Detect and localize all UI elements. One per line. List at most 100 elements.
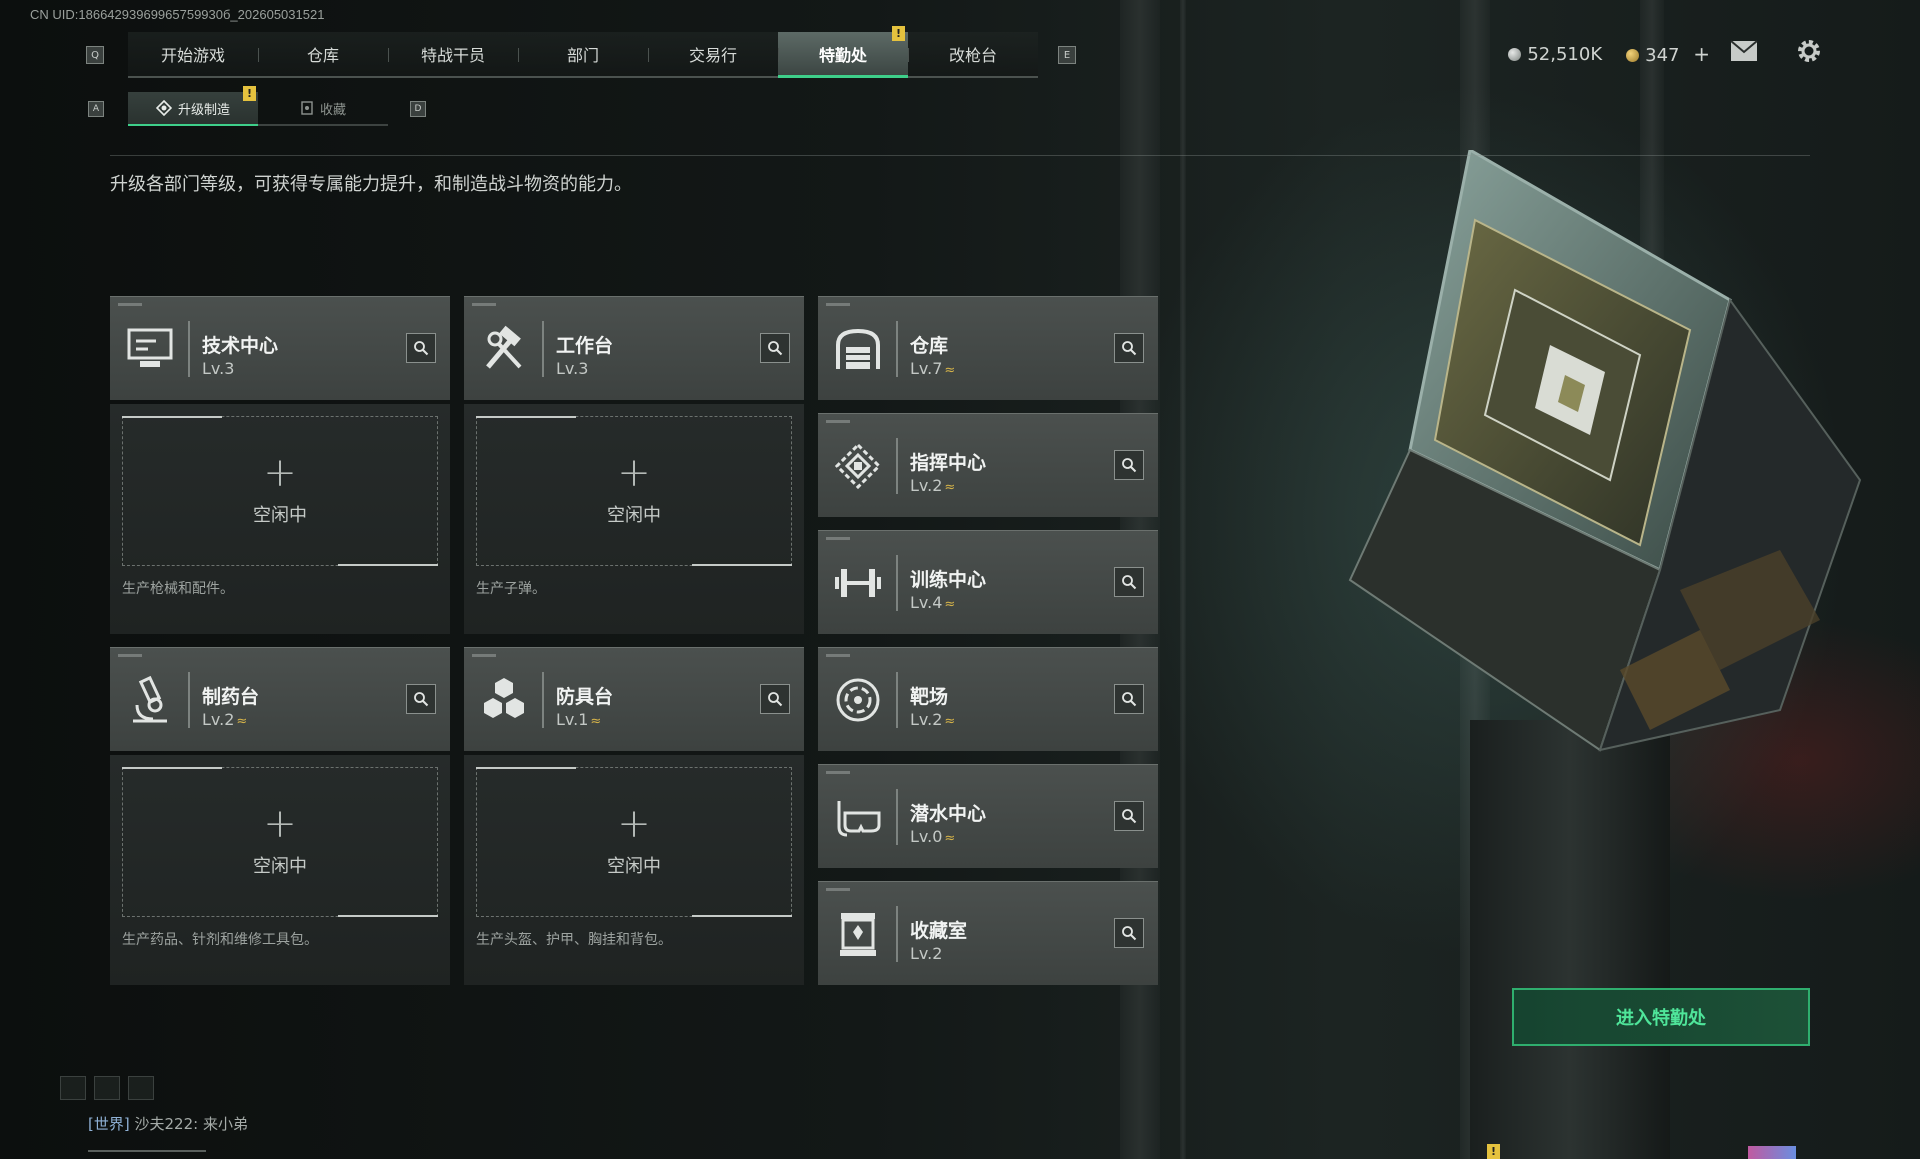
avatar[interactable] xyxy=(1748,1146,1796,1159)
department-level: Lv.7 ≈ xyxy=(910,359,955,378)
production-slot[interactable]: + 空闲中 xyxy=(122,767,438,917)
tab-warehouse[interactable]: 仓库 xyxy=(258,32,388,76)
expand-icon[interactable] xyxy=(60,1076,86,1100)
upgrade-available-icon: ≈ xyxy=(944,363,956,378)
card-corner-mark xyxy=(826,771,850,774)
subtab-upgrade-label: 升级制造 xyxy=(177,102,230,118)
search-icon[interactable] xyxy=(1114,567,1144,597)
department-name: 仓库 xyxy=(910,335,949,357)
chat-message: 沙夫222: 来小弟 xyxy=(134,1115,248,1133)
station-name: 制药台 xyxy=(202,686,260,708)
silver-currency: 52,510K xyxy=(1508,44,1602,65)
upgrade-available-icon: ≈ xyxy=(944,480,956,495)
department-name: 收藏室 xyxy=(910,920,968,942)
tab-start-game[interactable]: 开始游戏 xyxy=(128,32,258,76)
sub-tabs: 升级制造 收藏 xyxy=(128,92,388,126)
chat-channel: [世界] xyxy=(88,1115,130,1133)
department-card-collection-room[interactable]: 收藏室 Lv.2 xyxy=(818,881,1158,985)
card-corner-mark xyxy=(826,888,850,891)
station-card-armor[interactable]: 防具台 Lv.1 ≈ xyxy=(464,647,804,751)
department-card-command-center[interactable]: 指挥中心 Lv.2 ≈ xyxy=(818,413,1158,517)
slot-corner-bottom xyxy=(692,564,792,566)
production-slot[interactable]: + 空闲中 xyxy=(476,767,792,917)
department-name: 训练中心 xyxy=(910,569,987,591)
level-value: Lv.2 xyxy=(910,710,943,729)
level-value: Lv.2 xyxy=(202,710,235,729)
station-description: 生产药品、针剂和维修工具包。 xyxy=(122,932,318,948)
tab-operators[interactable]: 特战干员 xyxy=(388,32,518,76)
collection-icon xyxy=(301,101,313,115)
station-card-tech-center[interactable]: 技术中心 Lv.3 xyxy=(110,296,450,400)
chat-line[interactable]: [世界] 沙夫222: 来小弟 xyxy=(88,1113,248,1134)
search-icon[interactable] xyxy=(1114,801,1144,831)
silver-coin-icon xyxy=(1508,47,1522,61)
department-card-diving-center[interactable]: 潜水中心 Lv.0 ≈ xyxy=(818,764,1158,868)
tab-department[interactable]: 部门 xyxy=(518,32,648,76)
level-value: Lv.7 xyxy=(910,359,943,378)
mail-icon[interactable] xyxy=(1730,40,1758,62)
search-icon[interactable] xyxy=(760,333,790,363)
slot-corner-top xyxy=(476,767,576,769)
production-slot[interactable]: + 空闲中 xyxy=(476,416,792,566)
support-column xyxy=(1470,720,1670,1159)
card-corner-mark xyxy=(826,537,850,540)
add-currency-button[interactable]: + xyxy=(1693,42,1710,66)
upgrade-available-icon: ≈ xyxy=(944,597,956,612)
production-slot[interactable]: + 空闲中 xyxy=(122,416,438,566)
card-separator xyxy=(542,672,544,728)
slot-status: 空闲中 xyxy=(607,505,661,526)
subtab-upgrade-craft[interactable]: 升级制造 xyxy=(128,92,258,126)
slot-corner-bottom xyxy=(338,564,438,566)
silver-amount: 52,510K xyxy=(1527,43,1603,65)
key-hint-a: A xyxy=(88,101,104,117)
level-value: Lv.4 xyxy=(910,593,943,612)
search-icon[interactable] xyxy=(760,684,790,714)
card-corner-mark xyxy=(826,654,850,657)
plus-icon: + xyxy=(617,801,651,847)
card-separator xyxy=(896,789,898,845)
search-icon[interactable] xyxy=(406,333,436,363)
department-name: 潜水中心 xyxy=(910,803,987,825)
department-card-shooting-range[interactable]: 靶场 Lv.2 ≈ xyxy=(818,647,1158,751)
hexagons-icon xyxy=(476,668,532,732)
command-chip-icon xyxy=(830,434,886,498)
station-card-pharmacy[interactable]: 制药台 Lv.2 ≈ xyxy=(110,647,450,751)
card-separator xyxy=(896,438,898,494)
bottom-alert-badge: ! xyxy=(1487,1144,1500,1159)
gear-icon[interactable] xyxy=(1796,38,1822,64)
card-separator xyxy=(896,321,898,377)
department-card-training-center[interactable]: 训练中心 Lv.4 ≈ xyxy=(818,530,1158,634)
slot-corner-bottom xyxy=(692,915,792,917)
tab-gunsmith[interactable]: 改枪台 xyxy=(908,32,1038,76)
station-level: Lv.3 xyxy=(556,359,589,378)
subtab-alert-badge: ! xyxy=(243,86,256,101)
station-name: 工作台 xyxy=(556,335,614,357)
station-description: 生产头盔、护甲、胸挂和背包。 xyxy=(476,932,672,948)
station-card-workbench[interactable]: 工作台 Lv.3 xyxy=(464,296,804,400)
card-separator xyxy=(188,672,190,728)
shrink-icon[interactable] xyxy=(94,1076,120,1100)
search-icon[interactable] xyxy=(406,684,436,714)
subtab-collection[interactable]: 收藏 xyxy=(258,92,388,126)
station-level: Lv.3 xyxy=(202,359,235,378)
display-case-icon xyxy=(830,902,886,966)
fullscreen-icon[interactable] xyxy=(128,1076,154,1100)
department-card-warehouse[interactable]: 仓库 Lv.7 ≈ xyxy=(818,296,1158,400)
search-icon[interactable] xyxy=(1114,684,1144,714)
tab-trade[interactable]: 交易行 xyxy=(648,32,778,76)
diving-mask-icon xyxy=(830,785,886,849)
department-level: Lv.4 ≈ xyxy=(910,593,955,612)
enter-special-ops-button[interactable]: 进入特勤处 xyxy=(1512,988,1810,1046)
card-separator xyxy=(188,321,190,377)
gold-coin-icon xyxy=(1626,49,1640,62)
tab-special-ops[interactable]: 特勤处 xyxy=(778,32,908,78)
card-corner-mark xyxy=(472,303,496,306)
department-name: 指挥中心 xyxy=(910,452,987,474)
plus-icon: + xyxy=(263,801,297,847)
user-uid: CN UID:18664293969965759930б_20260503152… xyxy=(30,7,325,22)
search-icon[interactable] xyxy=(1114,450,1144,480)
search-icon[interactable] xyxy=(1114,918,1144,948)
subtab-collection-label: 收藏 xyxy=(319,102,346,118)
card-separator xyxy=(896,906,898,962)
search-icon[interactable] xyxy=(1114,333,1144,363)
